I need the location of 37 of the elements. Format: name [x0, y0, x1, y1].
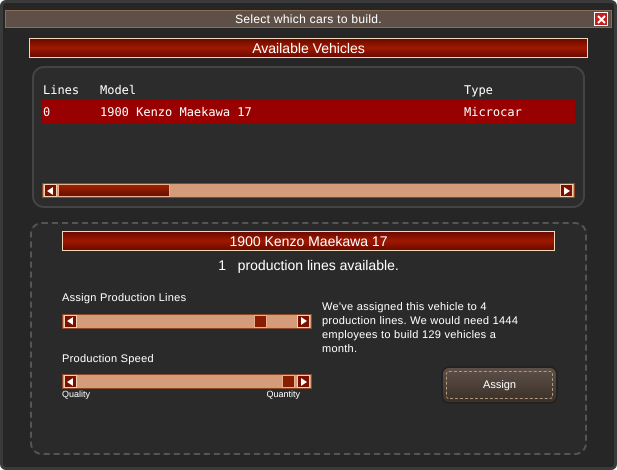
left-arrow-icon — [47, 186, 54, 194]
right-arrow-icon — [300, 317, 307, 325]
left-arrow-icon — [67, 378, 74, 386]
slider-label: Assign Production Lines — [62, 291, 188, 306]
slider-label: Production Speed — [62, 352, 155, 366]
availability-text: 1 production lines available. — [217, 256, 400, 275]
left-arrow-icon — [67, 317, 74, 325]
assign-button[interactable]: Assign — [441, 366, 558, 404]
vehicle-name: 1900 Kenzo Maekawa 17 — [230, 232, 388, 250]
scroll-left-button[interactable] — [44, 184, 57, 197]
column-header: Model — [100, 82, 138, 99]
slider[interactable] — [62, 374, 312, 389]
right-arrow-icon — [563, 186, 570, 194]
scroll-left-button[interactable] — [64, 314, 77, 328]
section-title: Available Vehicles — [252, 38, 365, 58]
right-arrow-icon — [300, 378, 307, 386]
column-header: Type — [464, 82, 493, 99]
column-header: Lines — [43, 82, 80, 99]
table-cell-text: 0 — [43, 104, 52, 121]
window-title: Select which cars to build. — [235, 11, 382, 28]
table-cell-text: 1900 Kenzo Maekawa 17 — [100, 104, 253, 121]
scroll-left-button[interactable] — [64, 375, 77, 388]
min-label: Quality — [62, 389, 90, 400]
table-row[interactable]: 0 1900 Kenzo Maekawa 17 Microcar — [42, 100, 575, 124]
max-label: Quantity — [266, 389, 300, 400]
scroll-right-button[interactable] — [560, 184, 573, 197]
description-text: We've assigned this vehicle to 4 production lines. We would need 1444 employees to build 129 vehicles a month. — [322, 300, 520, 356]
scrollbar-thumb[interactable] — [58, 184, 170, 197]
slider-thumb[interactable] — [282, 375, 295, 388]
scroll-right-button[interactable] — [297, 375, 310, 388]
slider[interactable] — [62, 314, 312, 328]
scroll-right-button[interactable] — [297, 314, 310, 328]
close-button[interactable] — [594, 12, 608, 26]
close-icon — [596, 14, 606, 24]
horizontal-scrollbar[interactable] — [42, 183, 575, 198]
table-cell-text: Microcar — [464, 104, 522, 121]
slider-thumb[interactable] — [254, 314, 267, 328]
